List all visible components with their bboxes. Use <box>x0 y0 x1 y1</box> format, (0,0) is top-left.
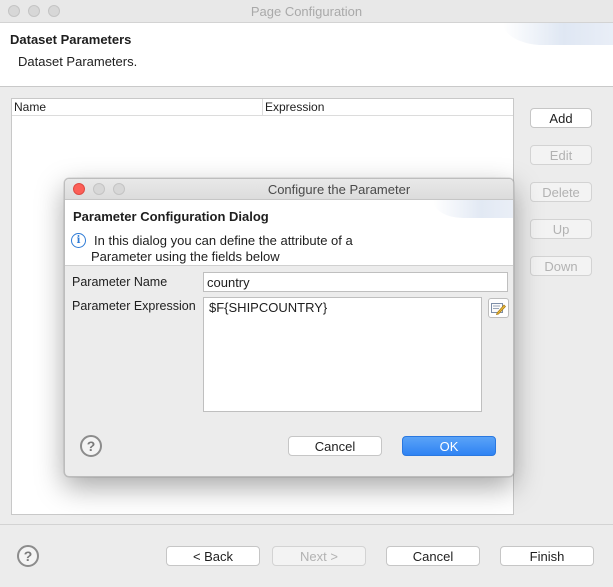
column-header-expression[interactable]: Expression <box>263 99 513 116</box>
dialog-message-line-1: In this dialog you can define the attrib… <box>94 233 353 248</box>
dialog-titlebar: Configure the Parameter <box>65 179 513 200</box>
window-title: Page Configuration <box>250 4 363 19</box>
help-icon[interactable]: ? <box>17 545 39 567</box>
next-button[interactable]: Next > <box>272 546 366 566</box>
info-icon: i <box>71 233 86 248</box>
wizard-header: Dataset Parameters Dataset Parameters. <box>0 23 613 87</box>
down-button[interactable]: Down <box>530 256 592 276</box>
configure-parameter-dialog: Configure the Parameter Parameter Config… <box>64 178 514 477</box>
back-button[interactable]: < Back <box>166 546 260 566</box>
cancel-button[interactable]: Cancel <box>386 546 480 566</box>
finish-button[interactable]: Finish <box>500 546 594 566</box>
dialog-title: Configure the Parameter <box>267 182 411 197</box>
column-header-name[interactable]: Name <box>12 99 263 116</box>
parameter-expression-input[interactable]: $F{SHIPCOUNTRY} <box>203 297 482 412</box>
dialog-help-icon[interactable]: ? <box>80 435 102 457</box>
parameter-name-label: Parameter Name <box>72 275 168 289</box>
edit-button[interactable]: Edit <box>530 145 592 165</box>
page-description: Dataset Parameters. <box>18 54 138 69</box>
parameter-name-input[interactable] <box>203 272 508 292</box>
add-button[interactable]: Add <box>530 108 592 128</box>
dialog-ok-button[interactable]: OK <box>402 436 496 456</box>
dialog-message: In this dialog you can define the attrib… <box>91 233 411 265</box>
delete-button[interactable]: Delete <box>530 182 592 202</box>
dialog-heading: Parameter Configuration Dialog <box>73 209 269 224</box>
page-title: Dataset Parameters <box>10 32 132 47</box>
header-decoration <box>503 23 613 45</box>
expression-editor-icon <box>491 303 506 315</box>
window-titlebar: Page Configuration <box>0 0 613 23</box>
dialog-message-line-2: Parameter using the fields below <box>91 249 280 264</box>
dialog-cancel-button[interactable]: Cancel <box>288 436 382 456</box>
dialog-header-decoration <box>433 200 513 218</box>
dialog-header: Parameter Configuration Dialog i In this… <box>65 200 513 266</box>
expression-editor-button[interactable] <box>488 298 509 318</box>
parameter-expression-label: Parameter Expression <box>72 299 196 313</box>
up-button[interactable]: Up <box>530 219 592 239</box>
